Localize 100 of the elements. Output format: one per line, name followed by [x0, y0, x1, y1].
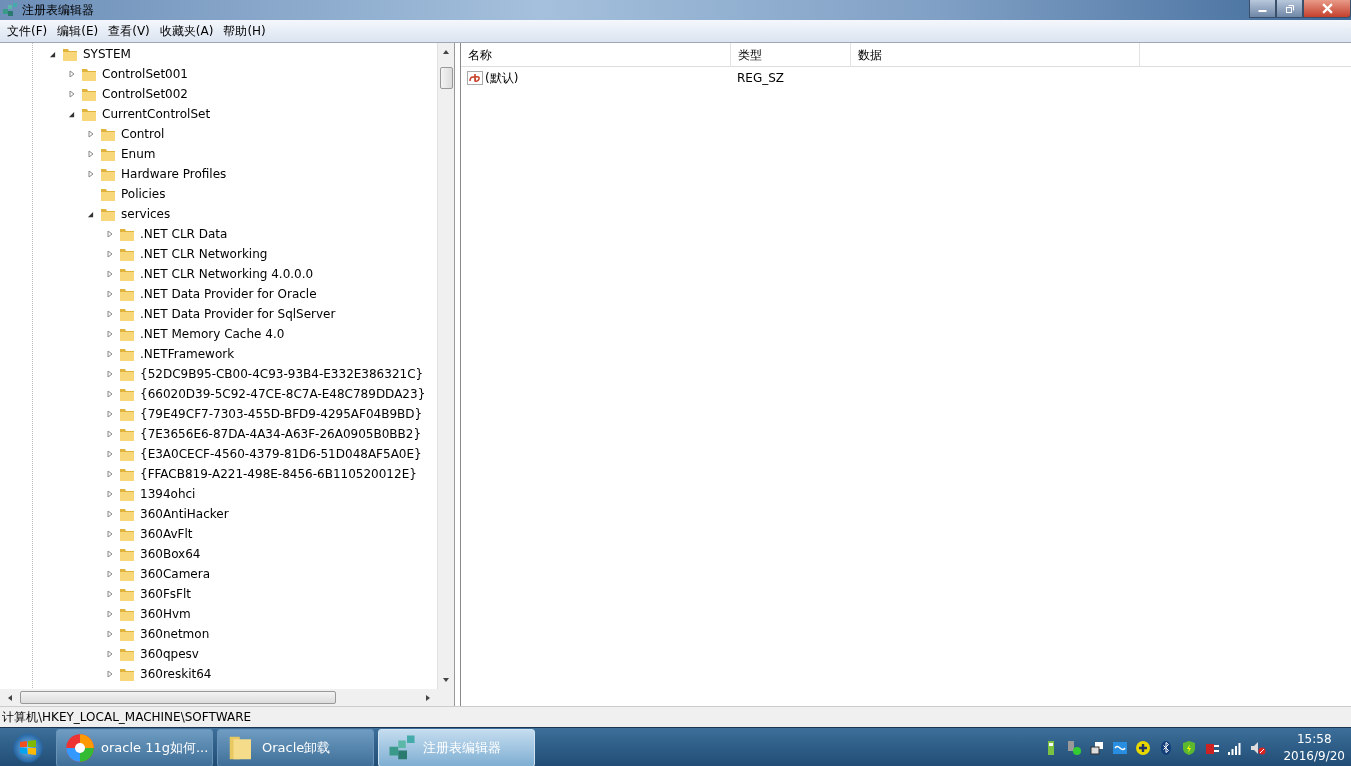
- tree-item[interactable]: {79E49CF7-7303-455D-BFD9-4295AF04B9BD}: [139, 406, 424, 422]
- tree-item[interactable]: 360qpesv: [139, 646, 200, 662]
- tree-item[interactable]: 360reskit64: [139, 666, 213, 682]
- column-header[interactable]: 数据: [851, 43, 1140, 66]
- tree-item[interactable]: ControlSet001: [101, 66, 189, 82]
- status-bar: 计算机\HKEY_LOCAL_MACHINE\SOFTWARE: [0, 706, 1351, 727]
- tree-item[interactable]: Enum: [120, 146, 157, 162]
- folder-icon: [119, 546, 135, 562]
- value-name[interactable]: (默认): [485, 69, 519, 87]
- tree-item[interactable]: Hardware Profiles: [120, 166, 228, 182]
- folder-icon: [119, 346, 135, 362]
- close-icon: [1321, 3, 1333, 14]
- minimize-button[interactable]: [1249, 0, 1276, 18]
- folder-icon: [62, 46, 78, 62]
- tree-item[interactable]: SYSTEM: [82, 46, 132, 62]
- tree-item[interactable]: .NET CLR Networking 4.0.0.0: [139, 266, 315, 282]
- folder-icon: [119, 286, 135, 302]
- tree-item[interactable]: 360Hvm: [139, 606, 192, 622]
- folder-icon: [119, 366, 135, 382]
- folder-icon: [119, 226, 135, 242]
- minimize-icon: [1258, 10, 1267, 12]
- tree-item[interactable]: Control: [120, 126, 166, 142]
- speaker-muted-icon[interactable]: [1250, 740, 1267, 756]
- tree-item[interactable]: 360AntiHacker: [139, 506, 230, 522]
- scroll-right-icon[interactable]: [424, 693, 432, 702]
- tree-item[interactable]: 360netmon: [139, 626, 211, 642]
- folder-icon: [119, 586, 135, 602]
- folder-icon: [119, 666, 135, 682]
- scroll-up-icon[interactable]: [442, 48, 450, 56]
- folder-icon: [119, 446, 135, 462]
- start-logo-icon: [18, 738, 38, 758]
- menu-item[interactable]: 帮助(H): [218, 22, 271, 40]
- window-title: 注册表编辑器: [22, 1, 94, 19]
- tree-item[interactable]: {66020D39-5C92-47CE-8C7A-E48C789DDA23}: [139, 386, 427, 402]
- colorful-circle-icon: [65, 733, 95, 763]
- triangle-icon[interactable]: [68, 110, 75, 118]
- folder-icon: [100, 126, 116, 142]
- folder-icon: [119, 426, 135, 442]
- folder-icon: [100, 166, 116, 182]
- menu-item[interactable]: 收藏夹(A): [154, 22, 219, 40]
- tree-item[interactable]: 1394ohci: [139, 486, 197, 502]
- folder-icon: [119, 506, 135, 522]
- folder-icon: [119, 406, 135, 422]
- restore-button[interactable]: [1276, 0, 1303, 18]
- tree-item[interactable]: Policies: [120, 186, 167, 202]
- wave-icon[interactable]: [1112, 740, 1129, 756]
- column-header[interactable]: 名称: [461, 43, 731, 66]
- triangle-icon[interactable]: [49, 50, 56, 58]
- taskbar-button[interactable]: oracle 11g如何...: [56, 729, 213, 766]
- scroll-down-icon[interactable]: [442, 676, 450, 684]
- tree-item[interactable]: 360FsFlt: [139, 586, 192, 602]
- menu-item[interactable]: 编辑(E): [52, 22, 104, 40]
- tree-item[interactable]: .NET CLR Data: [139, 226, 229, 242]
- shield-icon[interactable]: [1181, 740, 1198, 756]
- folder-icon: [81, 66, 97, 82]
- clock[interactable]: 15:58 2016/9/20: [1283, 731, 1345, 765]
- signal-bars-icon[interactable]: [1227, 740, 1244, 756]
- folder-icon: [119, 526, 135, 542]
- tree-item[interactable]: .NET CLR Networking: [139, 246, 269, 262]
- close-button[interactable]: [1303, 0, 1351, 18]
- tree-item[interactable]: {7E3656E6-87DA-4A34-A63F-26A0905B0BB2}: [139, 426, 423, 442]
- folder-icon: [81, 106, 97, 122]
- column-header[interactable]: 类型: [731, 43, 851, 66]
- folder-icon: [81, 86, 97, 102]
- folder-icon: [119, 266, 135, 282]
- tree-item[interactable]: CurrentControlSet: [101, 106, 212, 122]
- scroll-thumb[interactable]: [439, 67, 453, 89]
- plus-icon[interactable]: [1135, 740, 1152, 756]
- tree-item[interactable]: 360AvFlt: [139, 526, 194, 542]
- triangle-icon[interactable]: [87, 210, 94, 218]
- tree-item[interactable]: 360Camera: [139, 566, 211, 582]
- tree-item[interactable]: .NETFramework: [139, 346, 236, 362]
- windows-stack-icon[interactable]: [1089, 740, 1106, 756]
- folder-icon: [119, 386, 135, 402]
- folder-icon: [100, 146, 116, 162]
- menu-item[interactable]: 文件(F): [2, 22, 53, 40]
- tree-item[interactable]: 360Box64: [139, 546, 202, 562]
- folder-icon: [119, 306, 135, 322]
- tree-item[interactable]: services: [120, 206, 172, 222]
- folder-icon: [119, 566, 135, 582]
- tree-item[interactable]: {FFACB819-A221-498E-8456-6B110520012E}: [139, 466, 418, 482]
- folder-icon: [119, 626, 135, 642]
- menu-item[interactable]: 查看(V): [103, 22, 155, 40]
- folder-icon: [119, 466, 135, 482]
- folder-icon: [119, 606, 135, 622]
- string-value-icon: [467, 70, 483, 86]
- tree-item[interactable]: {52DC9B95-CB00-4C93-93B4-E332E386321C}: [139, 366, 425, 382]
- cubes-icon: [2, 2, 18, 18]
- tree-item[interactable]: .NET Data Provider for Oracle: [139, 286, 318, 302]
- scroll-left-icon[interactable]: [6, 693, 14, 702]
- tree-item[interactable]: ControlSet002: [101, 86, 189, 102]
- folder-icon: [119, 646, 135, 662]
- tree-item[interactable]: {E3A0CECF-4560-4379-81D6-51D048AF5A0E}: [139, 446, 423, 462]
- tree-item[interactable]: .NET Memory Cache 4.0: [139, 326, 286, 342]
- folder-icon: [100, 206, 116, 222]
- scroll-thumb[interactable]: [20, 691, 336, 704]
- tree-item[interactable]: .NET Data Provider for SqlServer: [139, 306, 337, 322]
- folder-icon: [119, 486, 135, 502]
- network-check-icon[interactable]: [1066, 740, 1083, 756]
- taskbar-button[interactable]: Oracle卸载: [217, 729, 374, 766]
